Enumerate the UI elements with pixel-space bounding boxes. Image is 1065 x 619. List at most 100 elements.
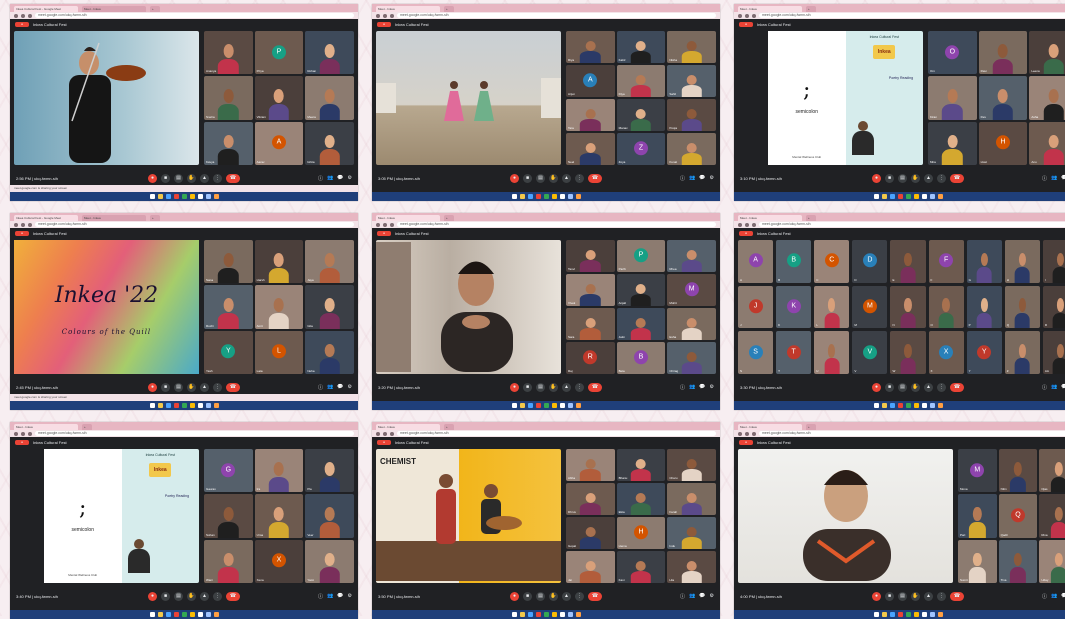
participant-tile[interactable]: Asha	[1029, 76, 1065, 120]
participant-tile[interactable]: L	[814, 285, 850, 329]
participant-tile[interactable]: XX	[928, 331, 964, 374]
taskbar-app-icon[interactable]	[157, 194, 163, 199]
participant-tile[interactable]: G Gaurav	[204, 449, 253, 493]
taskbar-app-icon[interactable]	[157, 403, 163, 408]
browser-tab[interactable]: Meet - Inkea	[82, 215, 146, 221]
participant-tile[interactable]: AA	[1042, 331, 1065, 374]
taskbar-app-icon[interactable]	[913, 403, 919, 408]
end-call-icon[interactable]: ☎	[226, 382, 240, 392]
info-icon[interactable]: ⓘ	[680, 593, 685, 600]
participant-tile[interactable]: Gopal	[566, 517, 615, 549]
captions-icon[interactable]: ▤	[898, 382, 907, 392]
captions-icon[interactable]: ▤	[174, 173, 183, 183]
participant-tile[interactable]: FF	[928, 240, 964, 283]
taskbar-app-icon[interactable]	[511, 612, 517, 617]
participant-tile[interactable]: Esha	[667, 308, 716, 340]
taskbar-app-icon[interactable]	[921, 194, 927, 199]
captions-icon[interactable]: ▤	[536, 591, 545, 601]
taskbar-app-icon[interactable]	[511, 403, 517, 408]
people-icon[interactable]: 👥	[327, 175, 333, 182]
participant-tile[interactable]: Jaya	[305, 240, 354, 284]
end-call-icon[interactable]: ☎	[226, 173, 240, 183]
participant-tile[interactable]: N	[890, 285, 926, 329]
participant-tile[interactable]: Nitin	[998, 449, 1038, 493]
taskbar-app-icon[interactable]	[905, 612, 911, 617]
participant-tile[interactable]: Pooja	[667, 99, 716, 131]
camera-icon[interactable]: ■	[161, 173, 170, 183]
taskbar-app-icon[interactable]	[165, 403, 171, 408]
taskbar-app-icon[interactable]	[543, 403, 549, 408]
forward-icon[interactable]	[383, 13, 387, 18]
participant-tile[interactable]: Jai	[566, 551, 615, 583]
end-call-icon[interactable]: ☎	[588, 382, 602, 392]
participant-tile[interactable]: Kabir	[616, 31, 666, 63]
participant-tile[interactable]: DD	[852, 240, 888, 283]
back-icon[interactable]	[376, 431, 380, 436]
taskbar-app-icon[interactable]	[197, 194, 203, 199]
participant-tile[interactable]: Q Qadir	[998, 494, 1038, 538]
browser-tab[interactable]: +	[806, 424, 816, 430]
captions-icon[interactable]: ▤	[536, 382, 545, 392]
participant-tile[interactable]: Neel	[566, 133, 615, 165]
forward-icon[interactable]	[745, 222, 749, 227]
participant-tile[interactable]: Farah	[667, 483, 716, 515]
info-icon[interactable]: ⓘ	[318, 384, 323, 391]
browser-tab[interactable]: Inkea Cultural Fest - Google Meet	[14, 6, 78, 12]
participant-tile[interactable]: R Raj	[566, 342, 615, 374]
browser-tab[interactable]: Meet - Inkea	[82, 6, 146, 12]
url-field[interactable]: meet.google.com/ukq-fwmn-sih	[35, 431, 354, 436]
participant-tile[interactable]: JJ	[738, 285, 774, 329]
more-icon[interactable]: ⋮	[213, 382, 222, 392]
reload-icon[interactable]	[390, 431, 394, 436]
present-icon[interactable]: ▲	[924, 173, 933, 183]
present-icon[interactable]: ▲	[200, 173, 209, 183]
taskbar-app-icon[interactable]	[519, 403, 525, 408]
present-icon[interactable]: ▲	[562, 173, 571, 183]
taskbar-app-icon[interactable]	[527, 612, 533, 617]
browser-tab[interactable]: +	[444, 215, 454, 221]
back-icon[interactable]	[14, 13, 18, 18]
people-icon[interactable]: 👥	[689, 384, 695, 391]
present-icon[interactable]: ▲	[562, 382, 571, 392]
taskbar-app-icon[interactable]	[937, 612, 943, 617]
info-icon[interactable]: ⓘ	[1042, 175, 1047, 182]
participant-tile[interactable]: Tara	[566, 99, 615, 131]
url-field[interactable]: meet.google.com/ukq-fwmn-sih	[759, 222, 1065, 227]
mic-icon[interactable]: ●	[510, 173, 519, 183]
taskbar-app-icon[interactable]	[535, 194, 541, 199]
hand-icon[interactable]: ✋	[549, 591, 558, 601]
participant-tile[interactable]: Neha	[305, 330, 354, 374]
participant-tile[interactable]: Bhanu	[616, 449, 666, 481]
participant-tile[interactable]: Charu	[667, 449, 716, 481]
chat-icon[interactable]: 💬	[699, 175, 705, 182]
taskbar-app-icon[interactable]	[527, 403, 533, 408]
participant-tile[interactable]: Rina	[1039, 494, 1065, 538]
participant-tile[interactable]: H Host	[978, 121, 1028, 165]
taskbar-app-icon[interactable]	[873, 194, 879, 199]
participant-tile[interactable]: P	[966, 285, 1002, 329]
people-icon[interactable]: 👥	[689, 175, 695, 182]
participant-tile[interactable]: Chirag	[667, 342, 716, 374]
back-icon[interactable]	[376, 222, 380, 227]
taskbar-app-icon[interactable]	[905, 194, 911, 199]
forward-icon[interactable]	[21, 222, 25, 227]
present-icon[interactable]: ▲	[924, 382, 933, 392]
browser-tab[interactable]: Meet - Inkea	[376, 6, 440, 12]
participant-tile[interactable]: Pari	[958, 494, 997, 538]
participant-tile[interactable]: Uma	[254, 494, 304, 538]
participant-tile[interactable]: Tanvi	[566, 240, 615, 272]
participant-tile[interactable]: Abha	[566, 449, 615, 481]
forward-icon[interactable]	[21, 13, 25, 18]
participant-tile[interactable]: Ishita	[305, 121, 354, 165]
back-icon[interactable]	[376, 13, 380, 18]
participant-tile[interactable]: YY	[966, 331, 1002, 374]
chat-icon[interactable]: 💬	[1061, 593, 1065, 600]
participant-tile[interactable]: Kiran	[928, 76, 977, 120]
taskbar-app-icon[interactable]	[165, 612, 171, 617]
taskbar-app-icon[interactable]	[527, 194, 533, 199]
participant-tile[interactable]: Ananya	[204, 31, 253, 75]
taskbar-app-icon[interactable]	[519, 194, 525, 199]
activities-icon[interactable]: ⚙	[710, 175, 714, 182]
present-icon[interactable]: ▲	[200, 382, 209, 392]
mic-icon[interactable]: ●	[148, 173, 157, 183]
